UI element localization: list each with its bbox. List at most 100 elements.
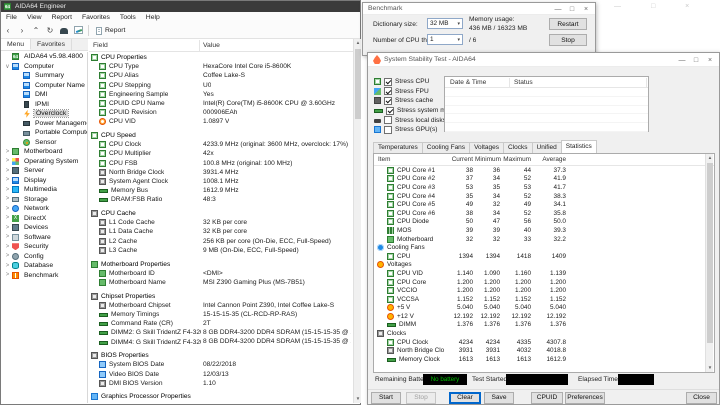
tab-statistics[interactable]: Statistics [560, 140, 597, 153]
statistics-scrollbar[interactable]: ▲ ▼ [705, 154, 713, 372]
stats-row-cpu-core-1[interactable]: CPU Core #1 38 36 44 37.3 [374, 166, 714, 175]
field-row-cpuid-cpu-name[interactable]: CPUID CPU Name Intel(R) Core(TM) i5-8600K… [89, 99, 353, 108]
menu-view[interactable]: View [22, 14, 47, 21]
tree-expander-icon[interactable]: > [3, 187, 12, 193]
field-row-cpu-vid[interactable]: CPU VID 1.0897 V [89, 117, 353, 126]
minimize-button[interactable]: — [551, 6, 565, 13]
test-log[interactable]: Date & Time Status [444, 76, 649, 132]
chart-button[interactable] [71, 25, 85, 36]
checkbox-checked[interactable] [386, 106, 394, 115]
back-button[interactable]: ‹ [1, 26, 15, 35]
stats-row-north-bridge-clock[interactable]: North Bridge Clock 3931 3931 4032 4018.8 [374, 346, 714, 355]
tree-item-aida64-v5-98-4800[interactable]: AIDA64 v5.98.4800 [1, 52, 87, 62]
stats-row-motherboard[interactable]: Motherboard 32 32 33 32.2 [374, 235, 714, 244]
field-row-cpu-alias[interactable]: CPU Alias Coffee Lake-S [89, 71, 353, 80]
stats-row-cpu-core-4[interactable]: CPU Core #4 35 34 52 38.3 [374, 192, 714, 201]
stats-row-vccsa[interactable]: VCCSA 1.152 1.152 1.152 1.152 [374, 295, 714, 304]
field-row-l1-code-cache[interactable]: L1 Code Cache 32 KB per core [89, 218, 353, 227]
stats-row-vccio[interactable]: VCCIO 1.200 1.200 1.200 1.200 [374, 286, 714, 295]
scroll-down-icon[interactable]: ▼ [354, 395, 362, 403]
stats-row-5-v[interactable]: +5 V 5.040 5.040 5.040 5.040 [374, 304, 714, 313]
field-row-cpuid-revision[interactable]: CPUID Revision 000906EAh [89, 108, 353, 117]
field-row-system-agent-clock[interactable]: System Agent Clock 1008.1 MHz [89, 177, 353, 186]
tab-temperatures[interactable]: Temperatures [373, 142, 423, 153]
minimize-button[interactable]: — [675, 57, 689, 64]
stats-row-cpu-core-6[interactable]: CPU Core #6 38 34 52 35.8 [374, 209, 714, 218]
field-row-cpu-fsb[interactable]: CPU FSB 100.8 MHz (original: 100 MHz) [89, 159, 353, 168]
field-row-cpu-stepping[interactable]: CPU Stepping U0 [89, 81, 353, 90]
field-row-command-rate-cr[interactable]: Command Rate (CR) 2T [89, 319, 353, 328]
cpuid-button[interactable]: CPUID [531, 391, 563, 404]
tab-unified[interactable]: Unified [531, 142, 562, 153]
field-row-cpu-clock[interactable]: CPU Clock 4233.9 MHz (original: 3600 MHz,… [89, 140, 353, 149]
log-col-datetime[interactable]: Date & Time [450, 79, 486, 86]
stats-row-cpu-vid[interactable]: CPU VID 1.140 1.090 1.160 1.139 [374, 269, 714, 278]
tree-expander-icon[interactable]: > [3, 149, 12, 155]
menu-tools[interactable]: Tools [115, 14, 141, 21]
tree-item-computer-name[interactable]: Computer Name [1, 81, 87, 91]
close-button[interactable]: Close [686, 391, 717, 404]
tree-item-operating-system[interactable]: > Operating System [1, 157, 87, 167]
stats-row-cpu-diode[interactable]: CPU Diode 50 47 56 50.0 [374, 218, 714, 227]
value-column-header[interactable]: Value [203, 42, 220, 49]
stats-col-average[interactable]: Average [533, 156, 568, 163]
up-button[interactable]: ⌃ [29, 26, 43, 35]
field-row-memory-timings[interactable]: Memory Timings 15-15-15-35 (CL-RCD-RP-RAS… [89, 310, 353, 319]
tree-item-server[interactable]: > Server [1, 166, 87, 176]
stats-row-cpu-clock[interactable]: CPU Clock 4234 4234 4335 4307.8 [374, 338, 714, 347]
stop-button[interactable]: Stop [549, 34, 587, 46]
field-row-motherboard-id[interactable]: Motherboard ID <DMI> [89, 269, 353, 278]
scroll-up-icon[interactable]: ▲ [354, 39, 362, 47]
checkbox-checked[interactable] [384, 87, 392, 96]
tree-expander-icon[interactable]: > [3, 244, 12, 250]
field-row-cpu-type[interactable]: CPU Type HexaCore Intel Core i5-8600K [89, 62, 353, 71]
tree-expander-icon[interactable]: > [3, 234, 12, 240]
field-row-system-bios-date[interactable]: System BIOS Date 08/22/2018 [89, 360, 353, 369]
tree-expander-icon[interactable]: > [3, 272, 12, 278]
stats-row-cpu-core-2[interactable]: CPU Core #2 37 34 52 41.9 [374, 175, 714, 184]
maximize-button[interactable]: □ [689, 57, 703, 64]
menu-help[interactable]: Help [141, 14, 165, 21]
tree-item-dmi[interactable]: DMI [1, 90, 87, 100]
tree-item-display[interactable]: > Display [1, 176, 87, 186]
tree-expander-icon[interactable]: > [3, 253, 12, 259]
restart-button[interactable]: Restart [549, 18, 587, 30]
field-row-video-adapter[interactable]: Video AdapterMSI N780Ti (MS-V298) [89, 402, 353, 404]
stats-row-voltages[interactable]: Voltages [374, 261, 714, 270]
tab-clocks[interactable]: Clocks [503, 142, 533, 153]
field-row-video-bios-date[interactable]: Video BIOS Date 12/03/13 [89, 370, 353, 379]
checkbox-unchecked[interactable] [384, 125, 392, 134]
field-row-dmi-bios-version[interactable]: DMI BIOS Version 1.10 [89, 379, 353, 388]
stats-row-memory-clock[interactable]: Memory Clock 1613 1613 1613 1612.9 [374, 355, 714, 364]
tree-expander-icon[interactable]: > [3, 263, 12, 269]
dictionary-size-select[interactable]: 32 MB ▾ [427, 18, 463, 29]
tree-expander-icon[interactable]: > [3, 196, 12, 202]
field-row-dimm4-g-skill-tridentz-f4-3200c15[interactable]: DIMM4: G Skill TridentZ F4-3200C15-...8 … [89, 337, 353, 346]
tree-item-network[interactable]: > Network [1, 204, 87, 214]
stats-row-cpu-core-3[interactable]: CPU Core #3 53 35 53 41.7 [374, 183, 714, 192]
menu-file[interactable]: File [1, 14, 22, 21]
stats-row-dimm[interactable]: DIMM 1.376 1.376 1.376 1.376 [374, 321, 714, 330]
tree-item-summary[interactable]: Summary [1, 71, 87, 81]
tree-item-storage[interactable]: > Storage [1, 195, 87, 205]
stats-row-cpu-core[interactable]: CPU Core 1.200 1.200 1.200 1.200 [374, 278, 714, 287]
preferences-button[interactable]: Preferences [565, 391, 605, 404]
tree-item-config[interactable]: > Config [1, 252, 87, 262]
tree-item-sensor[interactable]: Sensor [1, 138, 87, 148]
checkbox-unchecked[interactable] [384, 116, 392, 125]
tree-item-benchmark[interactable]: > Benchmark [1, 271, 87, 281]
tree-expander-icon[interactable]: > [3, 215, 12, 221]
field-row-cpu-multiplier[interactable]: CPU Multiplier 42x [89, 149, 353, 158]
tab-cooling-fans[interactable]: Cooling Fans [421, 142, 471, 153]
tree-item-ipmi[interactable]: IPMI [1, 100, 87, 110]
scroll-thumb[interactable] [707, 163, 713, 343]
tree-item-directx[interactable]: > DirectX [1, 214, 87, 224]
tree-item-security[interactable]: > Security [1, 242, 87, 252]
stats-row-cpu[interactable]: CPU 1394 1394 1418 1409 [374, 252, 714, 261]
tab-menu[interactable]: Menu [1, 39, 32, 50]
tree-item-computer[interactable]: ∨ Computer [1, 62, 87, 72]
checkbox-checked[interactable] [384, 77, 392, 86]
forward-button[interactable]: › [15, 26, 29, 35]
tab-favorites[interactable]: Favorites [31, 39, 72, 50]
close-button[interactable]: × [703, 57, 717, 64]
